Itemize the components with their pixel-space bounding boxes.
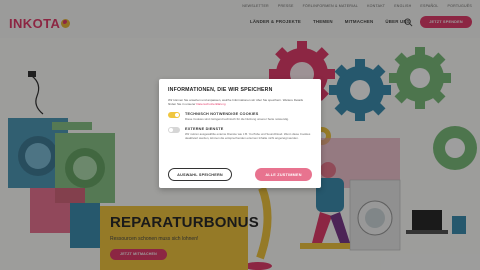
cookie-buttons: AUSWAHL SPEICHERN ALLE ZUSTIMMEN	[168, 168, 312, 181]
accept-all-button[interactable]: ALLE ZUSTIMMEN	[255, 168, 312, 181]
cookie-dialog: INFORMATIONEN, DIE WIR SPEICHERN Wir kön…	[159, 79, 321, 188]
cookie-intro-text: Wir können Sie ansehen und anpassen, wel…	[168, 98, 304, 106]
privacy-policy-link[interactable]: Datenschutzerklärung	[196, 102, 225, 106]
option-title: EXTERNE DIENSTE	[185, 127, 224, 132]
option-title: TECHNISCH NOTWENDIGE COOKIES	[185, 112, 259, 116]
external-services-toggle[interactable]	[168, 127, 180, 134]
save-selection-button[interactable]: AUSWAHL SPEICHERN	[168, 168, 232, 181]
cookie-intro: Wir können Sie ansehen und anpassen, wel…	[168, 98, 312, 106]
option-description: Diese Cookies sind zwingend technisch fü…	[185, 116, 289, 121]
cookie-option-necessary: TECHNISCH NOTWENDIGE COOKIES Diese Cooki…	[168, 112, 312, 121]
cookie-title: INFORMATIONEN, DIE WIR SPEICHERN	[168, 87, 273, 93]
option-description: Wir nutzen ausgewählte externe Dienste w…	[185, 131, 311, 140]
necessary-cookies-toggle[interactable]	[168, 112, 180, 118]
cookie-option-external: EXTERNE DIENSTE Wir nutzen ausgewählte e…	[168, 127, 312, 140]
